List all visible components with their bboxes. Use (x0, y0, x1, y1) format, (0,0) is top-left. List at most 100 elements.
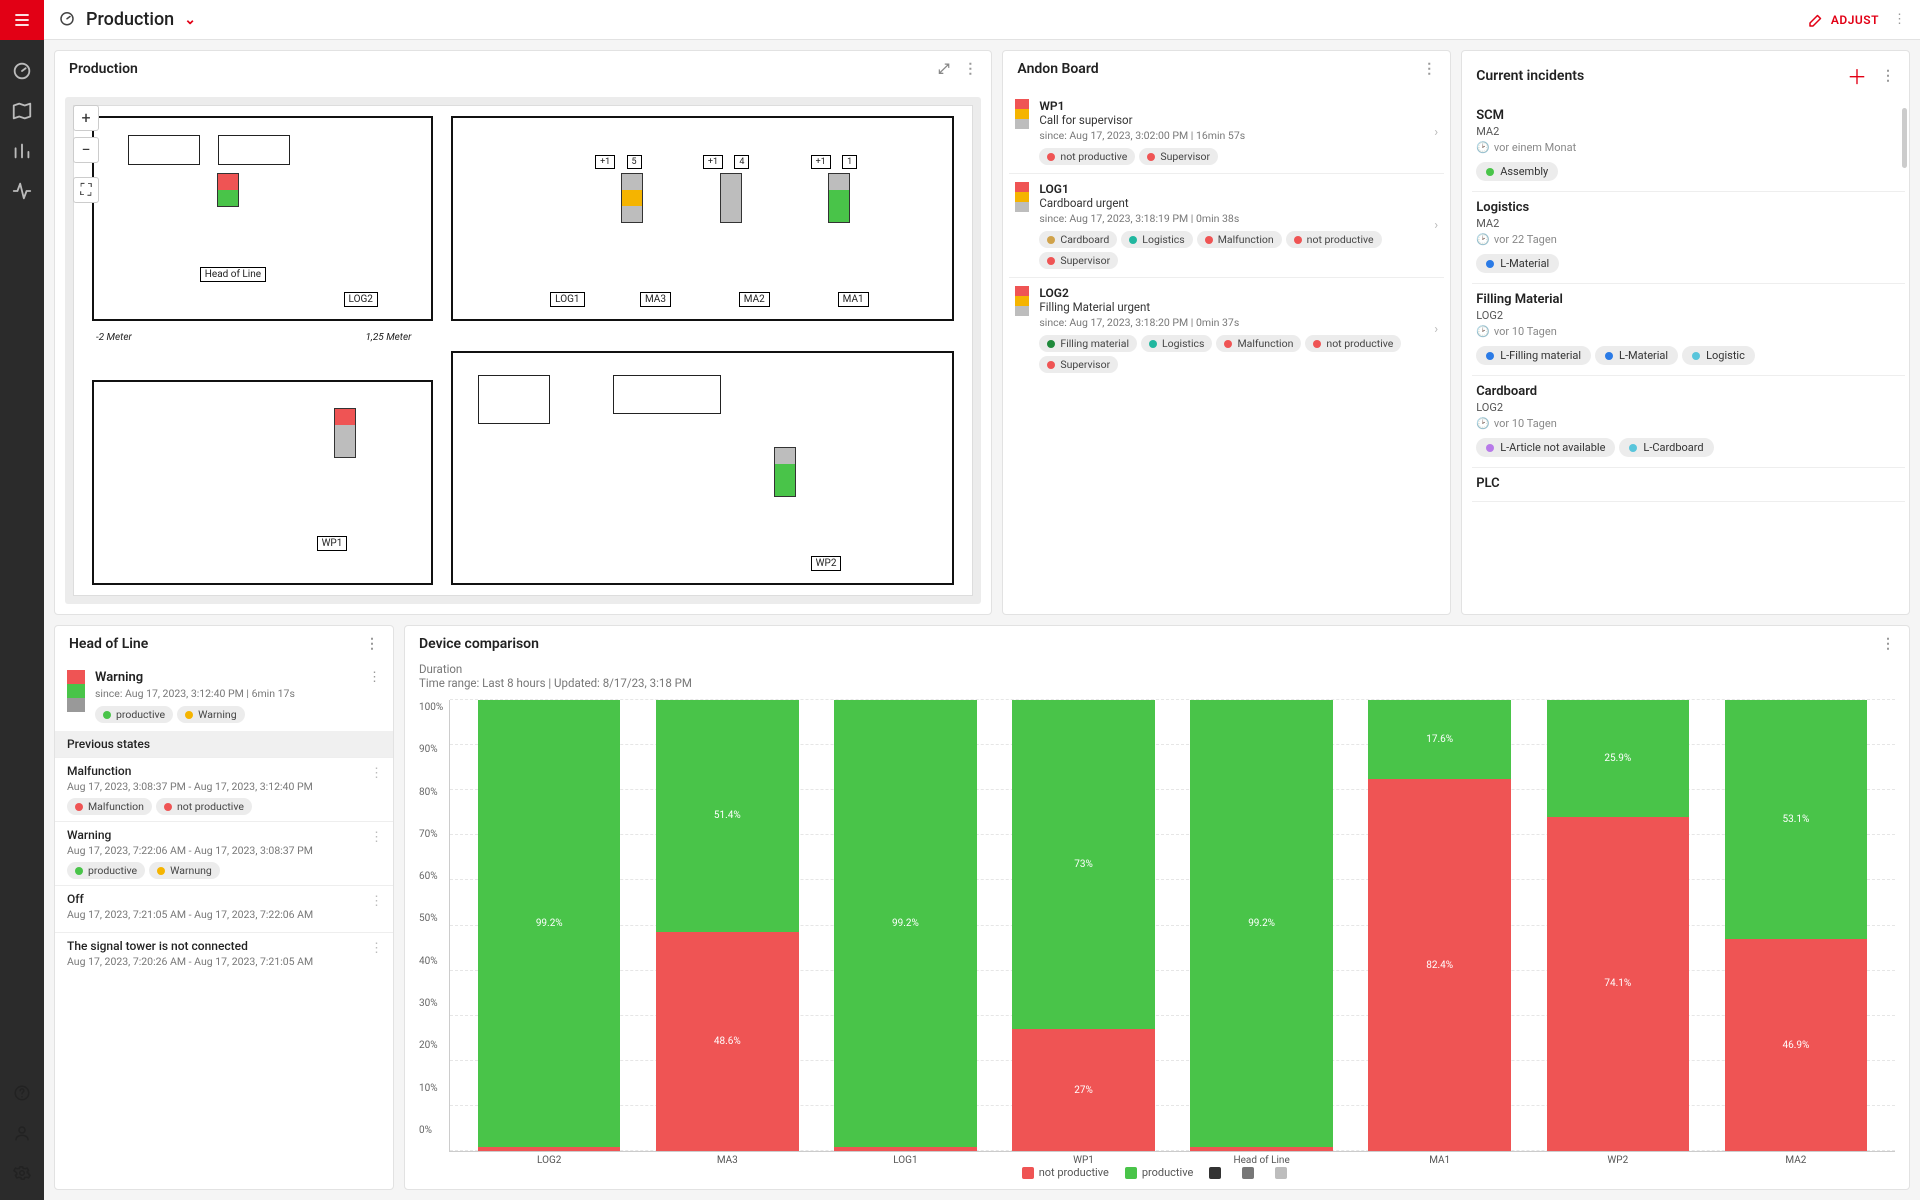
andon-item-since: since: Aug 17, 2023, 3:02:00 PM | 16min … (1039, 129, 1424, 142)
incident-title: Filling Material (1476, 292, 1901, 307)
incident-pill: L-Filling material (1476, 346, 1591, 365)
hol-prev-kebab-icon[interactable]: ⋮ (370, 941, 383, 956)
nav-activity-icon[interactable] (11, 180, 33, 202)
chart-segment: 99.2% (1190, 700, 1332, 1147)
nav-settings-icon[interactable] (13, 1164, 31, 1186)
incident-item[interactable]: Cardboard LOG2 🕑vor 10 Tagen L-Article n… (1472, 376, 1905, 468)
incident-item[interactable]: Filling Material LOG2 🕑vor 10 Tagen L-Fi… (1472, 284, 1905, 376)
incident-pill: L-Cardboard (1619, 438, 1713, 457)
hol-prev-kebab-icon[interactable]: ⋮ (370, 830, 383, 845)
hol-prev-row[interactable]: The signal tower is not connected Aug 17… (55, 932, 393, 979)
chart-segment: 74.1% (1547, 817, 1689, 1151)
chart-segment: 73% (1012, 700, 1154, 1029)
andon-item[interactable]: WP1 Call for supervisor since: Aug 17, 2… (1009, 91, 1444, 173)
chart-x-label: LOG2 (537, 1155, 561, 1166)
zoom-out-button[interactable]: − (73, 137, 99, 163)
chart-segment (478, 1147, 620, 1151)
device-comparison-chart: 99.2%LOG248.6%51.4%MA399.2%LOG127%73%WP1… (449, 700, 1895, 1152)
incident-sub: MA2 (1476, 217, 1901, 230)
fullscreen-button[interactable]: ⛶ (73, 177, 99, 203)
incident-item[interactable]: SCM MA2 🕑vor einem Monat Assembly (1472, 100, 1905, 192)
andon-kebab-icon[interactable]: ⋮ (1422, 61, 1436, 77)
hol-prev-row[interactable]: Malfunction Aug 17, 2023, 3:08:37 PM - A… (55, 757, 393, 821)
hol-prev-kebab-icon[interactable]: ⋮ (370, 894, 383, 909)
tag-chip: productive (67, 862, 145, 879)
hol-prev-row[interactable]: Warning Aug 17, 2023, 7:22:06 AM - Aug 1… (55, 821, 393, 885)
page-title: Production (86, 9, 174, 30)
andon-item-message: Filling Material urgent (1039, 300, 1424, 314)
page-title-dropdown[interactable]: Production ⌄ (58, 9, 196, 31)
andon-item[interactable]: LOG2 Filling Material urgent since: Aug … (1009, 277, 1444, 381)
chevron-right-icon: › (1434, 218, 1438, 233)
hol-prev-state: Off (67, 892, 381, 906)
tag-chip: Malfunction (1216, 335, 1301, 352)
floorplan-map[interactable]: Head of Line LOG2 LOG1 MA3 MA2 MA1 WP1 W… (73, 105, 973, 596)
incident-item[interactable]: PLC (1472, 468, 1905, 502)
tag-chip: Warning (177, 706, 244, 723)
signal-light-icon (67, 670, 85, 723)
tag-chip: Supervisor (1039, 356, 1118, 373)
devcomp-kebab-icon[interactable]: ⋮ (1881, 636, 1895, 652)
hol-prev-range: Aug 17, 2023, 7:20:26 AM - Aug 17, 2023,… (67, 955, 381, 968)
incident-title: Cardboard (1476, 384, 1901, 399)
incident-item[interactable]: Logistics MA2 🕑vor 22 Tagen L-Material (1472, 192, 1905, 284)
andon-title: Andon Board (1017, 61, 1098, 77)
chart-segment: 51.4% (656, 700, 798, 932)
brand-logo[interactable] (0, 0, 44, 40)
clock-icon: 🕑 (1476, 233, 1490, 246)
expand-icon[interactable]: ⤢ (938, 61, 949, 77)
nav-map-icon[interactable] (11, 100, 33, 122)
incident-time: 🕑vor 10 Tagen (1476, 417, 1901, 430)
adjust-button-label: ADJUST (1831, 13, 1879, 27)
incident-time: 🕑vor einem Monat (1476, 141, 1901, 154)
chart-segment (1190, 1147, 1332, 1151)
chart-x-label: LOG1 (893, 1155, 917, 1166)
adjust-button[interactable]: ADJUST (1807, 11, 1879, 29)
nav-account-icon[interactable] (13, 1124, 31, 1146)
chart-x-label: MA1 (1429, 1155, 1450, 1166)
andon-item-message: Call for supervisor (1039, 113, 1424, 127)
tag-chip: Logistics (1141, 335, 1212, 352)
zoom-in-button[interactable]: + (73, 105, 99, 131)
hol-prev-range: Aug 17, 2023, 3:08:37 PM - Aug 17, 2023,… (67, 780, 381, 793)
andon-item-id: WP1 (1039, 99, 1424, 113)
incident-title: SCM (1476, 108, 1901, 123)
incident-time: 🕑vor 10 Tagen (1476, 325, 1901, 338)
incidents-panel: Current incidents ＋ ⋮ SCM MA2 🕑vor einem… (1461, 50, 1910, 615)
hol-kebab-icon[interactable]: ⋮ (365, 636, 379, 652)
chart-segment (834, 1147, 976, 1151)
hol-prev-kebab-icon[interactable]: ⋮ (370, 766, 383, 781)
nav-dashboard-icon[interactable] (11, 60, 33, 82)
legend-item (1242, 1166, 1259, 1179)
incident-title: Logistics (1476, 200, 1901, 215)
dashboard-icon (58, 9, 76, 31)
incident-sub: MA2 (1476, 125, 1901, 138)
incident-sub: LOG2 (1476, 309, 1901, 322)
hol-prev-state: The signal tower is not connected (67, 939, 381, 953)
chevron-down-icon: ⌄ (184, 12, 196, 28)
chart-segment: 25.9% (1547, 700, 1689, 817)
legend-item (1275, 1166, 1292, 1179)
tag-chip: not productive (1286, 231, 1382, 248)
signal-light-icon (1015, 99, 1029, 165)
add-incident-button[interactable]: ＋ (1847, 61, 1867, 90)
hol-prev-row[interactable]: Off Aug 17, 2023, 7:21:05 AM - Aug 17, 2… (55, 885, 393, 932)
map-label: WP1 (317, 536, 348, 551)
map-label: -2 Meter (92, 331, 136, 344)
production-kebab-icon[interactable]: ⋮ (963, 61, 977, 77)
map-label: LOG2 (344, 292, 378, 307)
hol-title: Head of Line (69, 636, 148, 652)
tag-chip: not productive (156, 798, 252, 815)
nav-help-icon[interactable] (13, 1084, 31, 1106)
incidents-kebab-icon[interactable]: ⋮ (1881, 68, 1895, 84)
chevron-right-icon: › (1434, 125, 1438, 140)
nav-analytics-icon[interactable] (11, 140, 33, 162)
tag-chip: Cardboard (1039, 231, 1117, 248)
topbar-kebab-icon[interactable]: ⋮ (1893, 12, 1906, 27)
andon-item[interactable]: LOG1 Cardboard urgent since: Aug 17, 202… (1009, 173, 1444, 277)
map-label: Head of Line (200, 267, 266, 282)
incident-pill: L-Material (1595, 346, 1678, 365)
chart-segment: 27% (1012, 1029, 1154, 1151)
incident-sub: LOG2 (1476, 401, 1901, 414)
hol-current-kebab-icon[interactable]: ⋮ (368, 670, 381, 723)
